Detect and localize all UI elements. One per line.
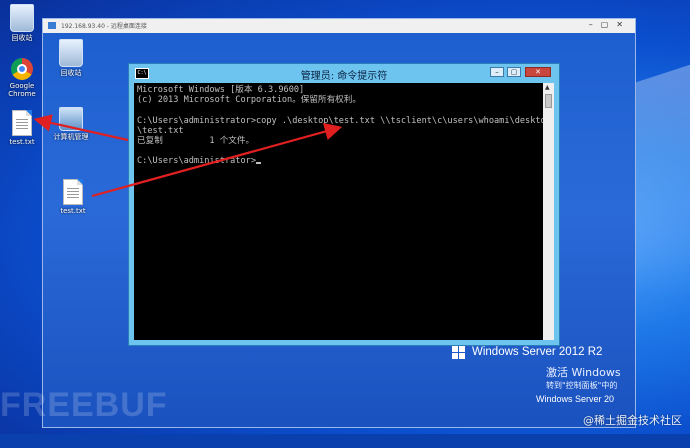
arrow-to-host-file xyxy=(33,114,129,142)
arrow-to-copy-command xyxy=(91,123,343,198)
annotation-arrows xyxy=(33,114,343,198)
